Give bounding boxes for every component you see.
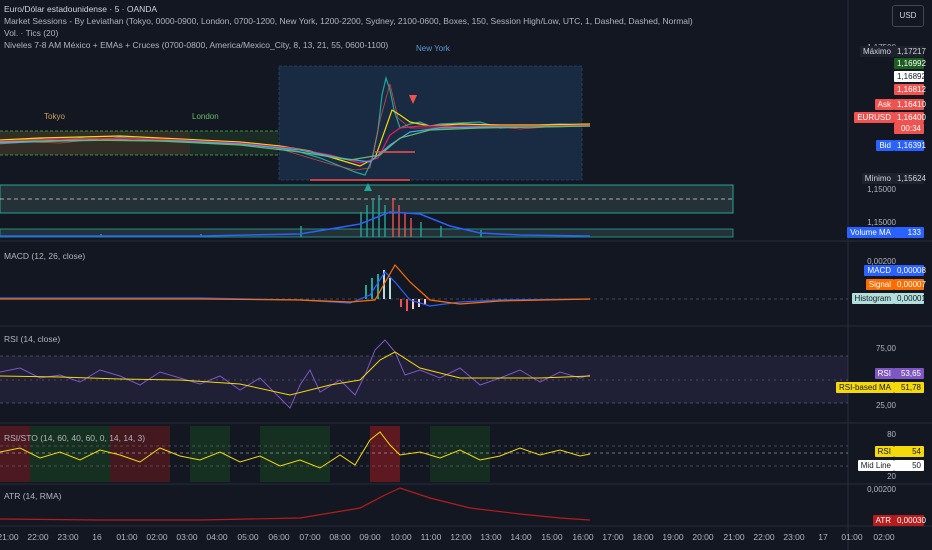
time-tick: 22:00 <box>753 532 775 542</box>
atr-tick: 0,00200 <box>867 485 896 494</box>
rsi-sto-tick-high: 80 <box>887 430 896 439</box>
rsi-sto-value: 54 <box>894 446 924 457</box>
price-tag-1: 1,16992 <box>894 58 926 69</box>
time-tick: 23:00 <box>57 532 79 542</box>
rsi-ma-label: RSI-based MA <box>835 382 894 393</box>
time-tick: 16 <box>92 532 102 542</box>
time-tick: 07:00 <box>299 532 321 542</box>
time-tick: 21:00 <box>0 532 19 542</box>
time-tick: 22:00 <box>27 532 49 542</box>
histogram-label: Histogram <box>851 293 894 304</box>
time-tick: 01:00 <box>116 532 138 542</box>
london-label: London <box>192 112 219 121</box>
time-tick: 11:00 <box>420 532 442 542</box>
time-tick: 09:00 <box>359 532 381 542</box>
price-tag-2: 1,16892 <box>894 71 926 82</box>
time-tick: 17 <box>818 532 828 542</box>
rsi-title[interactable]: RSI (14, close) <box>4 334 60 345</box>
tokyo-session-box <box>0 131 190 155</box>
signal-label: Signal <box>865 279 894 290</box>
bid-label: Bid <box>876 140 894 151</box>
time-tick: 20:00 <box>692 532 714 542</box>
time-tick: 18:00 <box>632 532 654 542</box>
indicator-market-sessions[interactable]: Market Sessions - By Leviathan (Tokyo, 0… <box>4 16 693 27</box>
mid-line-label: Mid Line <box>857 460 894 471</box>
atr-label: ATR <box>872 515 894 526</box>
time-tick: 13:00 <box>480 532 502 542</box>
indicator-volume[interactable]: Vol. · Tics (20) <box>4 28 58 39</box>
symbol-price: 1,16400 <box>894 112 926 123</box>
tokyo-label: Tokyo <box>44 112 65 121</box>
time-tick: 14:00 <box>510 532 532 542</box>
chart-canvas[interactable] <box>0 0 932 550</box>
rsi-value: 53,65 <box>894 368 924 379</box>
bid-value: 1,16391 <box>894 140 926 151</box>
atr-title[interactable]: ATR (14, RMA) <box>4 491 61 502</box>
time-tick: 10:00 <box>390 532 412 542</box>
atr-line <box>0 487 591 521</box>
price-tick: 1,15000 <box>867 218 896 227</box>
volume-ma-value: 133 <box>894 227 924 238</box>
time-tick: 06:00 <box>268 532 290 542</box>
signal-value: 0,00007 <box>894 279 926 290</box>
maximo-label: Máximo <box>859 46 894 57</box>
maximo-value: 1,17217 <box>894 46 926 57</box>
time-tick: 01:00 <box>841 532 863 542</box>
macd-histogram <box>365 270 426 311</box>
atr-value: 0,00030 <box>894 515 926 526</box>
minimo-label: Mínimo <box>861 173 894 184</box>
ask-value: 1,16410 <box>894 99 926 110</box>
rsi-label: RSI <box>874 368 894 379</box>
rsi-tick-low: 25,00 <box>875 401 896 410</box>
time-tick: 08:00 <box>329 532 351 542</box>
time-tick: 05:00 <box>237 532 259 542</box>
chart-title: Euro/Dólar estadounidense · 5 · OANDA <box>4 4 158 14</box>
new-york-session-box <box>278 65 583 181</box>
time-tick: 17:00 <box>602 532 624 542</box>
histogram-value: 0,00001 <box>894 293 926 304</box>
rsi-tick-high: 75,00 <box>875 344 896 353</box>
time-tick: 12:00 <box>450 532 472 542</box>
mid-line-value: 50 <box>894 460 924 471</box>
symbol-label: EURUSD <box>854 112 894 123</box>
rsi-ma-value: 51,78 <box>894 382 924 393</box>
minimo-value: 1,15624 <box>894 173 926 184</box>
volume-ma-label: Volume MA <box>847 227 894 238</box>
time-tick: 21:00 <box>723 532 745 542</box>
indicator-niveles[interactable]: Niveles 7-8 AM México + EMAs + Cruces (0… <box>4 40 388 51</box>
macd-title[interactable]: MACD (12, 26, close) <box>4 251 85 262</box>
rsi-sto-label: RSI <box>874 446 894 457</box>
time-tick: 02:00 <box>146 532 168 542</box>
new-york-label: New York <box>416 44 450 53</box>
time-tick: 02:00 <box>873 532 895 542</box>
price-tag-3: 1,16812 <box>894 84 926 95</box>
time-tick: 04:00 <box>206 532 228 542</box>
time-tick: 03:00 <box>176 532 198 542</box>
macd-value: 0,00008 <box>894 265 926 276</box>
bar-countdown: 00:34 <box>894 123 924 134</box>
macd-label: MACD <box>864 265 894 276</box>
price-tick: 1,15000 <box>867 185 896 194</box>
time-tick: 16:00 <box>572 532 594 542</box>
time-tick: 23:00 <box>783 532 805 542</box>
rsi-sto-title[interactable]: RSI/STO (14, 60, 40, 60, 0, 14, 14, 3) <box>4 433 145 444</box>
currency-button[interactable]: USD <box>892 5 924 27</box>
time-tick: 19:00 <box>662 532 684 542</box>
rsi-sto-tick-low: 20 <box>887 472 896 481</box>
ask-label: Ask <box>874 99 894 110</box>
time-tick: 15:00 <box>541 532 563 542</box>
